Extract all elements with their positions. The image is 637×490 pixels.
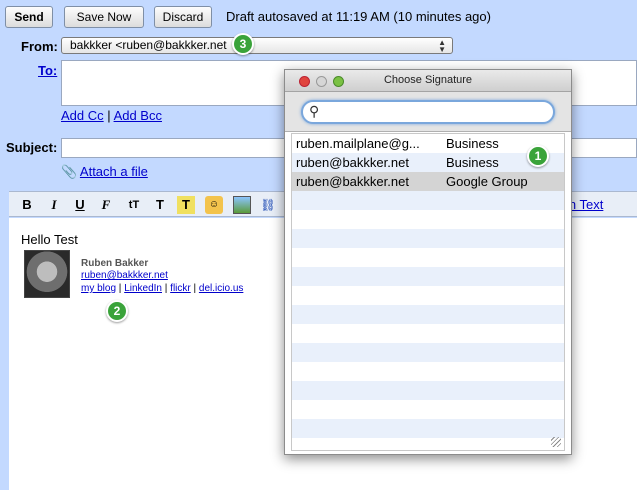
link-separator: | [118, 283, 122, 294]
paperclip-icon: 📎 [61, 164, 78, 179]
attach-file[interactable]: 📎 Attach a file [61, 164, 148, 180]
message-body-text: Hello Test [21, 232, 78, 247]
font-size-icon[interactable]: tT [125, 196, 143, 214]
signature-address: ruben@bakkker.net [296, 174, 409, 189]
signature-type: Business [446, 155, 499, 170]
signature-link-linkedin[interactable]: LinkedIn [124, 283, 162, 294]
italic-icon[interactable]: I [45, 196, 63, 214]
signature-email[interactable]: ruben@bakkker.net [81, 270, 168, 281]
list-item-selected[interactable]: ruben@bakkker.net Google Group [292, 172, 564, 191]
underline-icon[interactable]: U [71, 196, 89, 214]
highlight-icon[interactable]: T [177, 196, 195, 214]
list-item[interactable]: ruben.mailplane@g... Business [292, 134, 564, 153]
signature-address: ruben.mailplane@g... [296, 136, 420, 151]
signature-type: Business [446, 136, 499, 151]
from-value: bakkker <ruben@bakkker.net [70, 38, 227, 52]
image-icon[interactable] [233, 196, 251, 214]
compose-toolbar: Send Save Now Discard Draft autosaved at… [0, 0, 637, 34]
signature-search-input[interactable]: ⚲ [301, 100, 555, 124]
signature-address: ruben@bakkker.net [296, 155, 409, 170]
signature-link-blog[interactable]: my blog [81, 283, 116, 294]
bold-icon[interactable]: B [18, 196, 36, 214]
select-arrows-icon: ▲ ▼ [438, 38, 446, 54]
discard-button[interactable]: Discard [154, 6, 212, 28]
cc-bcc-links: Add Cc | Add Bcc [61, 108, 162, 123]
list-item[interactable]: ruben@bakkker.net Business [292, 153, 564, 172]
link-separator: | [193, 283, 197, 294]
add-cc-link[interactable]: Add Cc [61, 108, 104, 123]
dialog-titlebar: Choose Signature [285, 70, 571, 92]
avatar [24, 250, 70, 298]
to-link[interactable]: To: [38, 63, 57, 78]
link-icon[interactable]: ⛓ [259, 196, 277, 214]
callout-badge-3: 3 [232, 33, 254, 55]
callout-badge-2: 2 [106, 300, 128, 322]
dialog-title: Choose Signature [383, 74, 473, 86]
link-separator: | [107, 108, 111, 123]
search-icon: ⚲ [309, 103, 320, 119]
signature-link-delicious[interactable]: del.icio.us [199, 283, 243, 294]
save-now-button[interactable]: Save Now [64, 6, 144, 28]
callout-badge-1: 1 [527, 145, 549, 167]
choose-signature-dialog: Choose Signature ⚲ ruben.mailplane@g... … [284, 69, 572, 455]
attach-file-link[interactable]: Attach a file [80, 164, 148, 179]
add-bcc-link[interactable]: Add Bcc [114, 108, 162, 123]
autosave-status: Draft autosaved at 11:19 AM (10 minutes … [226, 9, 491, 24]
text-color-icon[interactable]: T [151, 196, 169, 214]
signature-list: ruben.mailplane@g... Business ruben@bakk… [291, 133, 565, 451]
link-separator: | [164, 283, 168, 294]
resize-grip-icon[interactable] [551, 437, 561, 447]
from-label: From: [21, 39, 58, 54]
signature-link-flickr[interactable]: flickr [170, 283, 191, 294]
send-button[interactable]: Send [5, 6, 53, 28]
dialog-search-bar: ⚲ [285, 92, 571, 132]
subject-label: Subject: [6, 140, 58, 155]
signature-type: Google Group [446, 174, 528, 189]
signature-links: my blog | LinkedIn | flickr | del.icio.u… [81, 283, 243, 294]
emoticon-icon[interactable]: ☺ [205, 196, 223, 214]
font-icon[interactable]: F [97, 196, 115, 214]
signature-name: Ruben Bakker [81, 258, 149, 269]
from-select[interactable]: bakkker <ruben@bakkker.net ▲ ▼ [61, 37, 453, 54]
